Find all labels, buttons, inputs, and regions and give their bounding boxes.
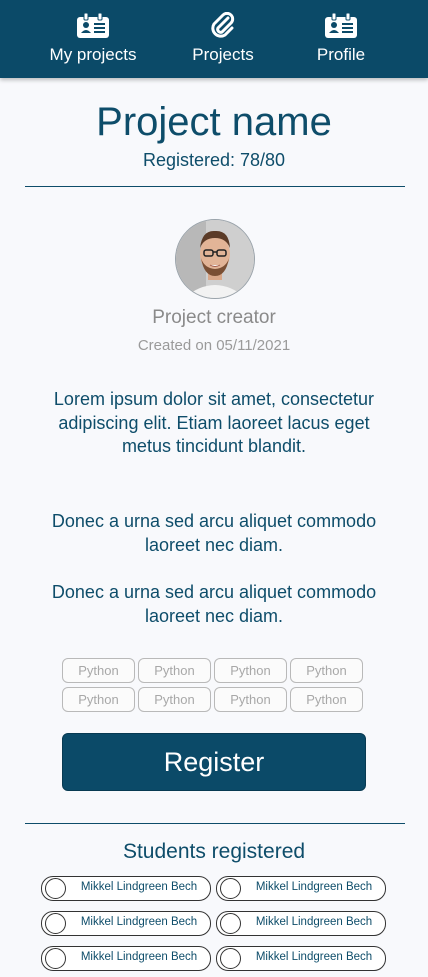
student-name: Mikkel Lindgreen Bech [255,951,373,963]
tag: Python [138,658,211,683]
students-title: Students registered [122,840,306,863]
divider [25,186,405,187]
avatar-circle-icon [220,878,241,899]
avatar [175,219,255,299]
nav-my-projects[interactable]: My projects [28,0,158,78]
tag: Python [214,687,287,712]
avatar-circle-icon [45,913,66,934]
nav-projects[interactable]: Projects [158,0,288,78]
tag: Python [290,658,363,683]
id-card-icon [324,13,358,39]
student-name: Mikkel Lindgreen Bech [255,881,373,893]
tag: Python [62,658,135,683]
tag: Python [214,658,287,683]
student-name: Mikkel Lindgreen Bech [80,951,198,963]
top-nav: My projects Projects Profile [0,0,428,78]
nav-label: My projects [49,45,137,64]
registered-count: Registered: 78/80 [142,150,286,170]
student-name: Mikkel Lindgreen Bech [80,881,198,893]
created-date: Created on 05/11/2021 [137,337,291,354]
nav-profile[interactable]: Profile [276,0,406,78]
register-button[interactable]: Register [62,733,366,791]
description-paragraph: Donec a urna sed arcu aliquet commodo la… [51,511,377,555]
avatar-circle-icon [220,948,241,969]
student-name: Mikkel Lindgreen Bech [255,916,373,928]
nav-label: Projects [192,45,254,64]
avatar-circle-icon [45,948,66,969]
description-paragraph: Lorem ipsum dolor sit amet, consectetur … [53,389,375,456]
paperclip-icon [210,12,236,39]
student-chip[interactable]: Mikkel Lindgreen Bech [216,911,386,936]
tag: Python [138,687,211,712]
id-card-icon [76,13,110,39]
tag: Python [290,687,363,712]
nav-label: Profile [316,45,366,64]
student-chip[interactable]: Mikkel Lindgreen Bech [216,876,386,901]
avatar-circle-icon [220,913,241,934]
avatar-circle-icon [45,878,66,899]
student-chip[interactable]: Mikkel Lindgreen Bech [41,946,211,971]
student-chip[interactable]: Mikkel Lindgreen Bech [216,946,386,971]
student-chip[interactable]: Mikkel Lindgreen Bech [41,876,211,901]
project-creator: Project creator [152,307,276,328]
students-list: Mikkel Lindgreen Bech Mikkel Lindgreen B… [41,876,387,971]
student-name: Mikkel Lindgreen Bech [80,916,198,928]
student-chip[interactable]: Mikkel Lindgreen Bech [41,911,211,936]
description-paragraph: Donec a urna sed arcu aliquet commodo la… [51,582,377,626]
page-title: Project name [96,100,332,144]
tag: Python [62,687,135,712]
tag-list: Python Python Python Python Python Pytho… [62,658,366,712]
divider [25,823,405,824]
